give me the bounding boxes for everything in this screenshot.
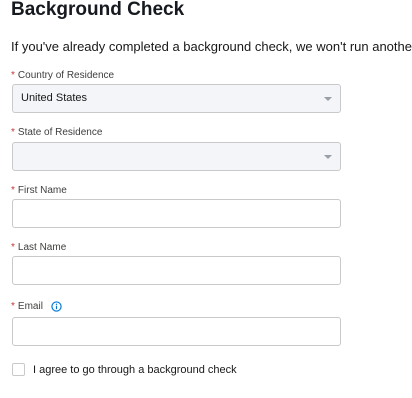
agree-checkbox[interactable] xyxy=(12,363,25,376)
required-marker: * xyxy=(11,70,15,81)
required-marker: * xyxy=(11,301,15,312)
required-marker: * xyxy=(11,127,15,138)
agree-label[interactable]: I agree to go through a background check xyxy=(33,364,237,376)
chevron-down-icon xyxy=(324,155,332,159)
info-icon[interactable] xyxy=(51,301,62,312)
page-title: Background Check xyxy=(11,0,185,20)
chevron-down-icon xyxy=(324,97,332,101)
state-select[interactable] xyxy=(12,142,341,171)
required-marker: * xyxy=(11,185,15,196)
first-name-field[interactable] xyxy=(12,199,341,228)
state-label: * State of Residence xyxy=(11,127,102,138)
email-label: * Email xyxy=(11,301,62,312)
last-name-label: * Last Name xyxy=(11,242,66,253)
first-name-label-text: First Name xyxy=(17,185,67,196)
last-name-field[interactable] xyxy=(12,256,341,285)
email-field[interactable] xyxy=(12,317,341,346)
country-label: * Country of Residence xyxy=(11,70,114,81)
required-marker: * xyxy=(11,242,15,253)
country-label-text: Country of Residence xyxy=(17,70,115,81)
country-select-value: United States xyxy=(21,92,88,104)
first-name-label: * First Name xyxy=(11,185,67,196)
last-name-label-text: Last Name xyxy=(17,242,67,253)
intro-text: If you've already completed a background… xyxy=(11,39,412,54)
agree-row: I agree to go through a background check xyxy=(12,363,237,376)
state-label-text: State of Residence xyxy=(17,127,103,138)
email-label-text: Email xyxy=(17,301,43,312)
country-select[interactable]: United States xyxy=(12,84,341,113)
